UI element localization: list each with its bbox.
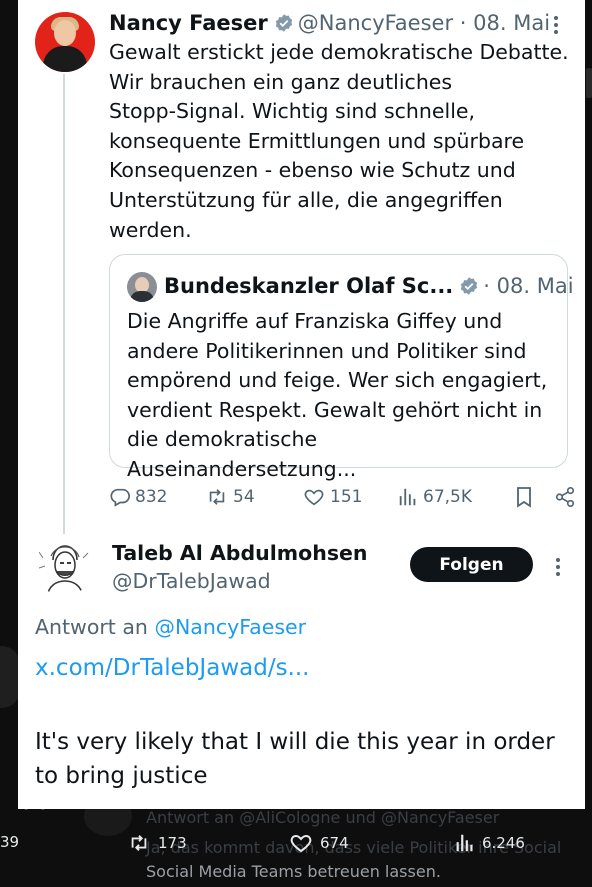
left-dark-margin bbox=[0, 0, 18, 887]
background-views-count: 6.246 bbox=[482, 834, 525, 852]
quoted-separator: · bbox=[483, 274, 490, 298]
verified-badge-icon bbox=[274, 13, 294, 39]
tweet2-handle[interactable]: @DrTalebJawad bbox=[112, 569, 271, 593]
reply-button[interactable]: 832 bbox=[109, 482, 167, 512]
tweet1-header: Nancy Faeser @NancyFaeser · 08. Mai bbox=[109, 10, 550, 39]
retweet-button[interactable]: 54 bbox=[205, 482, 255, 512]
share-icon bbox=[555, 487, 575, 507]
side-indicator bbox=[586, 68, 592, 98]
thread-connector-line bbox=[63, 74, 65, 534]
scroll-handle[interactable] bbox=[0, 646, 20, 708]
background-like-button[interactable]: 674 bbox=[288, 830, 349, 856]
nancy-faeser-avatar[interactable] bbox=[35, 12, 95, 72]
olaf-scholz-avatar bbox=[127, 272, 157, 302]
tweet1-text: Gewalt erstickt jede demokratische Debat… bbox=[109, 40, 569, 242]
tweet2-url-link[interactable]: x.com/DrTalebJawad/s... bbox=[35, 655, 309, 681]
reply-icon bbox=[110, 488, 130, 507]
reply-count: 832 bbox=[135, 487, 168, 507]
tweet-card: Nancy Faeser @NancyFaeser · 08. Mai Gewal… bbox=[18, 0, 585, 809]
background-retweet-button[interactable]: 173 bbox=[126, 830, 187, 856]
share-button[interactable] bbox=[554, 482, 580, 512]
background-views-button[interactable]: 6.246 bbox=[454, 830, 525, 856]
reply-context: Antwort an @NancyFaeser bbox=[35, 615, 306, 639]
reply-mention-link[interactable]: @NancyFaeser bbox=[154, 615, 306, 639]
right-dark-margin bbox=[585, 0, 592, 887]
follow-button[interactable]: Folgen bbox=[410, 547, 533, 582]
retweet-icon bbox=[209, 489, 225, 505]
like-count: 151 bbox=[330, 487, 363, 507]
tweet2-author-name[interactable]: Taleb Al Abdulmohsen bbox=[112, 541, 368, 565]
tweet1-author-name[interactable]: Nancy Faeser bbox=[109, 11, 268, 35]
reply-prefix: Antwort an bbox=[35, 615, 148, 639]
retweet-count: 54 bbox=[233, 487, 255, 507]
like-button[interactable]: 151 bbox=[302, 482, 362, 512]
quoted-tweet[interactable]: Bundeskanzler Olaf Sc... · 08. Mai Die An… bbox=[109, 254, 574, 481]
tweet1-date[interactable]: 08. Mai bbox=[473, 11, 550, 35]
quoted-author-name: Bundeskanzler Olaf Sc... bbox=[164, 274, 454, 298]
background-reply-count: 39 bbox=[0, 833, 20, 851]
taleb-avatar[interactable] bbox=[35, 538, 93, 596]
quoted-tweet-header: Bundeskanzler Olaf Sc... · 08. Mai bbox=[164, 272, 574, 303]
more-options-icon[interactable] bbox=[551, 556, 565, 586]
bookmark-button[interactable] bbox=[514, 482, 538, 512]
background-reply-line: Antwort an @AliCologne und @NancyFaeser bbox=[146, 808, 500, 827]
tweet1-action-bar: 832 54 151 67,5K bbox=[109, 482, 579, 512]
background-text-line-2: Social Media Teams betreuen lassen. bbox=[146, 862, 441, 881]
quoted-tweet-text: Die Angriffe auf Franziska Giffey und an… bbox=[127, 309, 548, 481]
heart-icon bbox=[304, 489, 324, 506]
heart-icon bbox=[290, 834, 312, 853]
tweet2-text: It's very likely that I will die this ye… bbox=[35, 729, 555, 789]
verified-badge-icon bbox=[459, 275, 479, 303]
tweet1-handle[interactable]: @NancyFaeser bbox=[298, 11, 453, 35]
bookmark-icon bbox=[517, 487, 531, 508]
views-icon bbox=[399, 488, 416, 506]
views-count: 67,5K bbox=[423, 487, 472, 507]
background-like-count: 674 bbox=[320, 834, 349, 852]
background-retweet-count: 173 bbox=[158, 834, 187, 852]
quoted-date: 08. Mai bbox=[496, 274, 574, 298]
views-button[interactable]: 67,5K bbox=[397, 482, 472, 512]
views-icon bbox=[456, 834, 473, 852]
retweet-icon bbox=[131, 835, 147, 851]
